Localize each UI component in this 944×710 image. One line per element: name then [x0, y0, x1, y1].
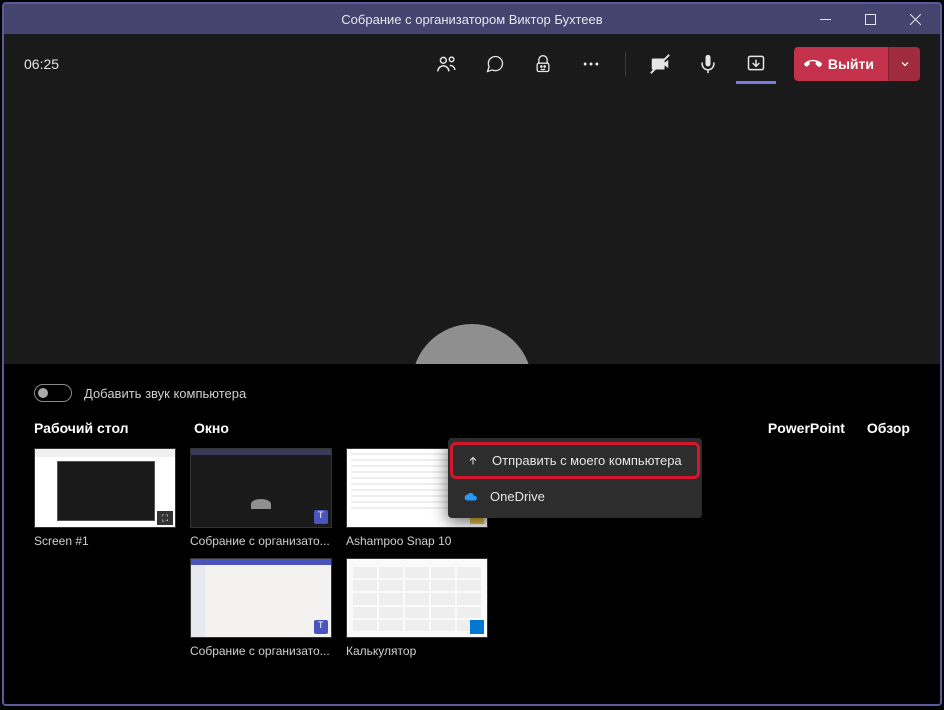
- microphone-button[interactable]: [688, 44, 728, 84]
- expand-icon: ⛶: [157, 511, 173, 525]
- share-item-screen1[interactable]: ⛶ Screen #1: [34, 448, 176, 548]
- call-timer: 06:25: [24, 56, 59, 72]
- header-window: Окно: [194, 420, 768, 436]
- maximize-button[interactable]: [848, 4, 893, 34]
- include-audio-toggle[interactable]: [34, 384, 72, 402]
- share-button[interactable]: [736, 44, 776, 84]
- header-powerpoint[interactable]: PowerPoint: [768, 420, 845, 436]
- meeting-toolbar: 06:25: [4, 34, 940, 94]
- more-actions-button[interactable]: [571, 44, 611, 84]
- thumb-label: Собрание с организато...: [190, 534, 332, 548]
- reactions-button[interactable]: [523, 44, 563, 84]
- share-item-teams-dark[interactable]: Собрание с организато...: [190, 448, 332, 548]
- header-desktop: Рабочий стол: [34, 420, 194, 436]
- header-browse[interactable]: Обзор: [867, 420, 910, 436]
- close-button[interactable]: [893, 4, 938, 34]
- share-item-calculator[interactable]: Калькулятор: [346, 558, 488, 658]
- menu-item-label: OneDrive: [490, 489, 545, 504]
- leave-dropdown-button[interactable]: [888, 47, 920, 81]
- include-audio-label: Добавить звук компьютера: [84, 386, 246, 401]
- leave-button[interactable]: Выйти: [794, 47, 888, 81]
- thumb-label: Собрание с организато...: [190, 644, 332, 658]
- share-tray: Добавить звук компьютера Рабочий стол Ок…: [4, 364, 940, 706]
- menu-item-label: Отправить с моего компьютера: [492, 453, 682, 468]
- title-bar: Собрание с организатором Виктор Бухтеев: [4, 4, 940, 34]
- menu-onedrive[interactable]: OneDrive: [448, 479, 702, 514]
- leave-label: Выйти: [828, 56, 874, 72]
- menu-upload-from-computer[interactable]: Отправить с моего компьютера: [450, 442, 700, 479]
- thumb-label: Ashampoo Snap 10: [346, 534, 488, 548]
- thumb-label: Калькулятор: [346, 644, 488, 658]
- participants-button[interactable]: [427, 44, 467, 84]
- camera-button[interactable]: [640, 44, 680, 84]
- window-title: Собрание с организатором Виктор Бухтеев: [341, 12, 602, 27]
- browse-popup: Отправить с моего компьютера OneDrive: [448, 438, 702, 518]
- onedrive-icon: [464, 490, 478, 504]
- upload-icon: [466, 454, 480, 468]
- chat-button[interactable]: [475, 44, 515, 84]
- window-controls: [803, 4, 938, 34]
- meeting-stage: [4, 94, 940, 364]
- share-item-teams-light[interactable]: Собрание с организато...: [190, 558, 332, 658]
- separator: [625, 52, 626, 76]
- minimize-button[interactable]: [803, 4, 848, 34]
- thumb-label: Screen #1: [34, 534, 176, 548]
- participant-avatar: [412, 324, 532, 364]
